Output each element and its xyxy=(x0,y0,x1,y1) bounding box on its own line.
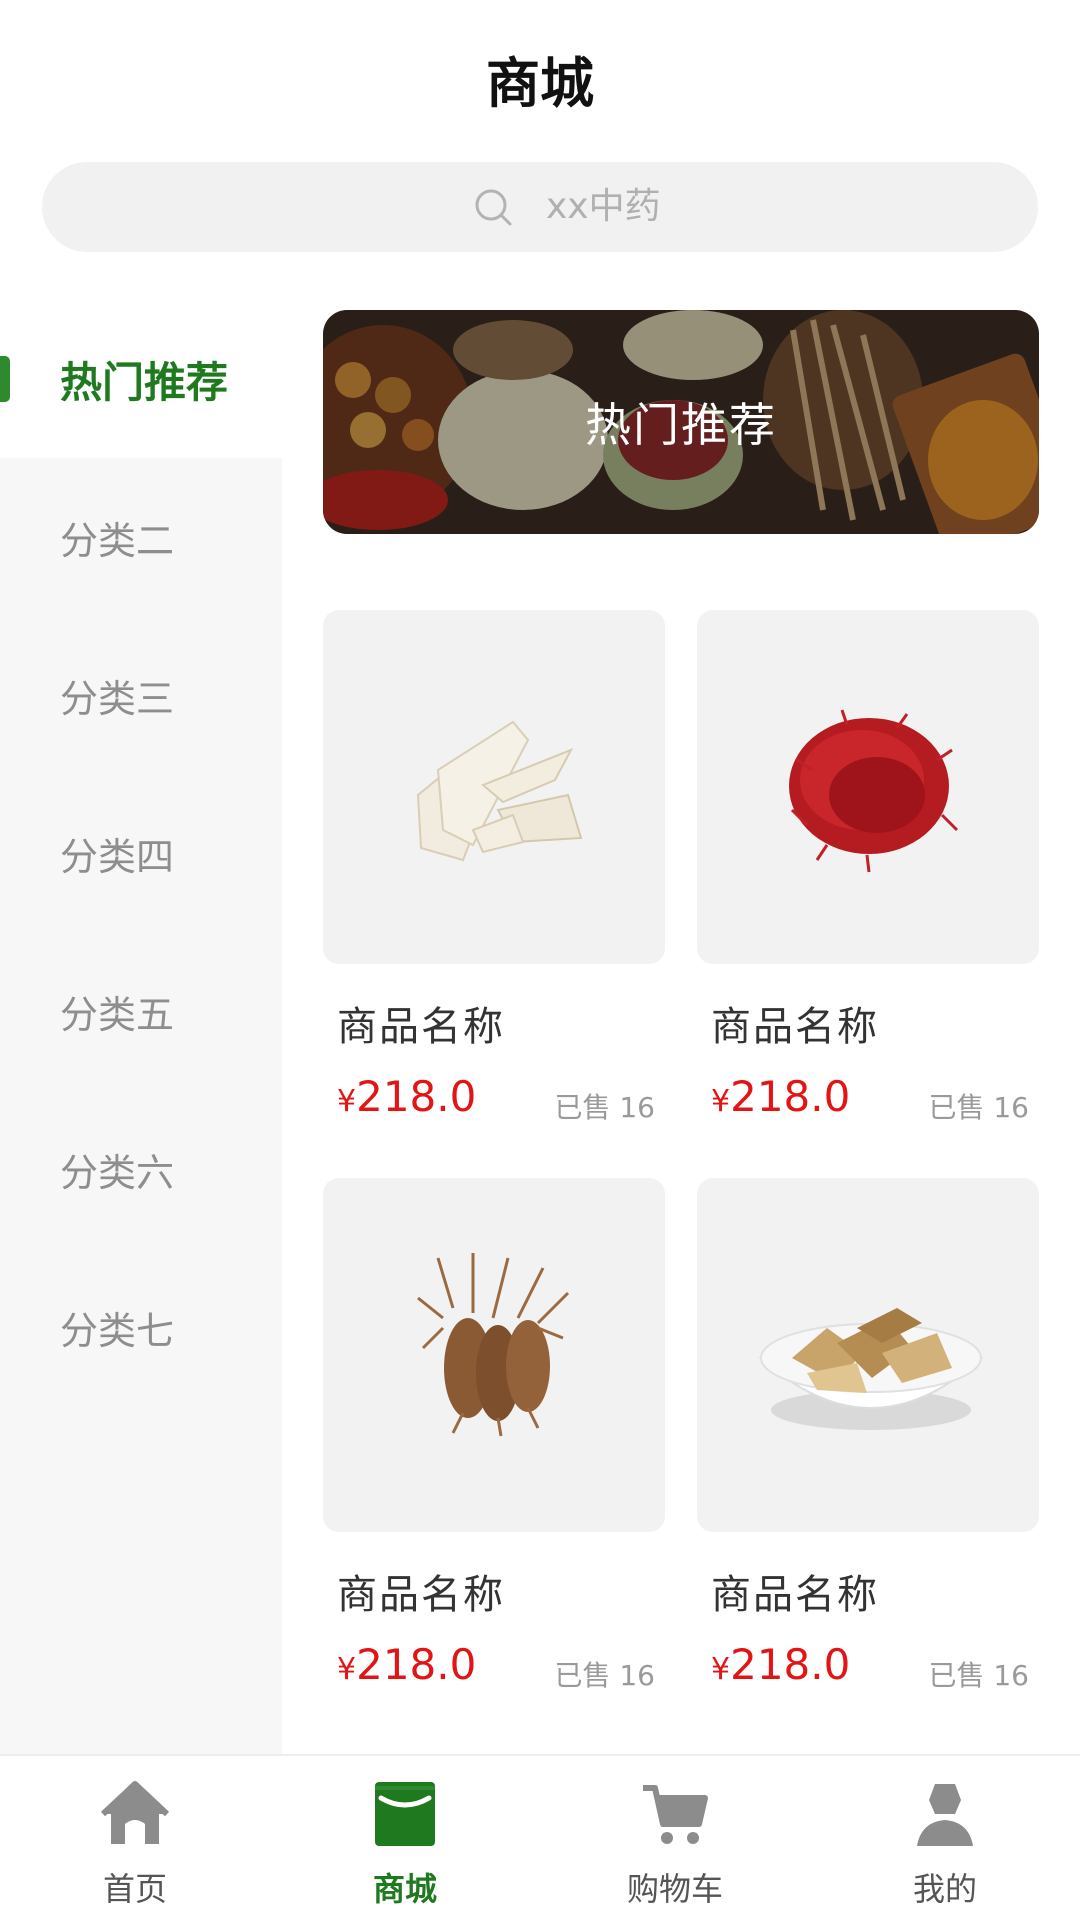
sidebar-item-category-4[interactable]: 分类四 xyxy=(0,774,282,932)
cart-icon xyxy=(643,1785,708,1844)
product-price: ¥218.0 xyxy=(337,1640,476,1689)
product-image xyxy=(323,610,665,964)
sidebar-item-category-5[interactable]: 分类五 xyxy=(0,932,282,1090)
sidebar-item-label: 分类四 xyxy=(60,834,175,879)
product-name: 商品名称 xyxy=(337,1004,505,1050)
tab-profile[interactable]: 我的 xyxy=(810,1756,1080,1920)
herb-bowl-icon xyxy=(758,1308,984,1430)
price-value: 218.0 xyxy=(730,1640,851,1689)
product-name: 商品名称 xyxy=(711,1572,879,1618)
price-value: 218.0 xyxy=(356,1072,477,1121)
tab-label: 我的 xyxy=(912,1870,977,1908)
sidebar-item-label: 分类六 xyxy=(60,1150,175,1195)
sidebar-item-category-7[interactable]: 分类七 xyxy=(0,1248,282,1406)
sidebar-item-category-6[interactable]: 分类六 xyxy=(0,1090,282,1248)
sidebar-item-label: 分类五 xyxy=(60,992,175,1037)
ginseng-root-icon xyxy=(417,1253,570,1437)
product-price: ¥218.0 xyxy=(711,1640,850,1689)
currency-symbol: ¥ xyxy=(711,1652,731,1687)
sidebar-item-category-3[interactable]: 分类三 xyxy=(0,616,282,774)
bottom-tab-bar: 首页 商城 购物车 我的 xyxy=(0,1754,1080,1920)
sold-count: 已售 16 xyxy=(928,1091,1029,1124)
tab-home[interactable]: 首页 xyxy=(0,1756,270,1920)
user-icon xyxy=(917,1784,973,1846)
product-card[interactable]: 商品名称 ¥218.0 已售 16 xyxy=(323,610,665,1124)
product-card[interactable]: 商品名称 ¥218.0 已售 16 xyxy=(323,1178,665,1692)
sidebar-item-label: 热门推荐 xyxy=(60,357,229,407)
search-icon xyxy=(475,189,512,226)
currency-symbol: ¥ xyxy=(337,1652,357,1687)
search-bar[interactable]: xx中药 xyxy=(42,162,1038,252)
hot-recommend-banner[interactable]: 热门推荐 xyxy=(323,310,1039,534)
product-card[interactable]: 商品名称 ¥218.0 已售 16 xyxy=(697,610,1039,1124)
store-icon xyxy=(375,1782,435,1846)
product-image xyxy=(697,1178,1039,1532)
price-value: 218.0 xyxy=(730,1072,851,1121)
product-name: 商品名称 xyxy=(337,1572,505,1618)
sold-count: 已售 16 xyxy=(928,1659,1029,1692)
sold-count: 已售 16 xyxy=(554,1659,655,1692)
product-image xyxy=(323,1178,665,1532)
currency-symbol: ¥ xyxy=(711,1084,731,1119)
banner-title: 热门推荐 xyxy=(585,398,777,452)
product-name: 商品名称 xyxy=(711,1004,879,1050)
product-price: ¥218.0 xyxy=(337,1072,476,1121)
tab-store[interactable]: 商城 xyxy=(270,1756,540,1920)
sidebar-item-category-2[interactable]: 分类二 xyxy=(0,458,282,616)
herb-slices-icon xyxy=(416,720,583,862)
active-indicator xyxy=(0,356,10,402)
saffron-icon xyxy=(789,709,959,873)
search-placeholder: xx中药 xyxy=(546,186,661,227)
sidebar-item-hot[interactable]: 热门推荐 xyxy=(0,300,282,458)
product-price: ¥218.0 xyxy=(711,1072,850,1121)
tab-label: 首页 xyxy=(102,1870,167,1908)
sidebar-item-label: 分类二 xyxy=(60,518,175,563)
product-image xyxy=(697,610,1039,964)
home-icon xyxy=(101,1781,169,1844)
sold-count: 已售 16 xyxy=(554,1091,655,1124)
tab-label: 商城 xyxy=(372,1870,437,1908)
category-sidebar: 热门推荐 分类二 分类三 分类四 分类五 分类六 分类七 xyxy=(0,300,282,1754)
price-value: 218.0 xyxy=(356,1640,477,1689)
tab-label: 购物车 xyxy=(626,1870,723,1908)
page-title: 商城 xyxy=(486,52,594,115)
currency-symbol: ¥ xyxy=(337,1084,357,1119)
sidebar-item-label: 分类三 xyxy=(60,676,175,721)
product-card[interactable]: 商品名称 ¥218.0 已售 16 xyxy=(697,1178,1039,1692)
sidebar-item-label: 分类七 xyxy=(60,1308,175,1353)
tab-cart[interactable]: 购物车 xyxy=(540,1756,810,1920)
